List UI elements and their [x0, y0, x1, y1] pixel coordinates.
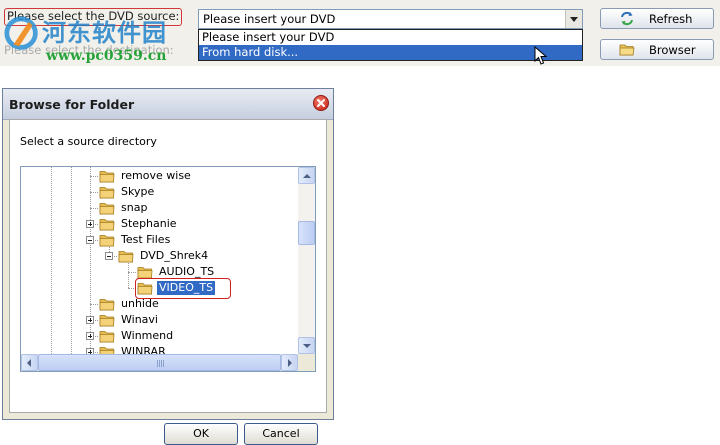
vertical-scrollbar[interactable] — [298, 167, 315, 354]
dialog-title: Browse for Folder — [9, 97, 135, 112]
dialog-prompt: Select a source directory — [20, 135, 157, 148]
horizontal-scroll-thumb[interactable] — [38, 354, 281, 371]
combobox-value: Please insert your DVD — [203, 12, 336, 26]
tree-item-label: WINRAR — [121, 345, 166, 354]
tree-connector-line — [90, 192, 98, 193]
collapse-icon[interactable] — [86, 236, 94, 244]
expand-icon[interactable] — [86, 220, 94, 228]
browser-button-label: Browser — [649, 43, 696, 57]
tree-item[interactable]: WINRAR — [99, 344, 168, 354]
watermark-logo-icon — [4, 16, 38, 50]
dropdown-option-from-hard-disk[interactable]: From hard disk... — [199, 45, 582, 60]
tree-item-label: DVD_Shrek4 — [140, 249, 209, 262]
scroll-down-button[interactable] — [298, 337, 315, 354]
watermark-url: www.pc0359.cn — [46, 48, 167, 64]
cancel-button[interactable]: Cancel — [244, 423, 318, 445]
tree-item-label: AUDIO_TS — [159, 265, 215, 278]
dialog-body: Select a source directory remove wise Sky… — [9, 119, 327, 445]
expand-icon[interactable] — [86, 332, 94, 340]
tree-item[interactable]: Skype — [99, 184, 156, 200]
refresh-button[interactable]: Refresh — [600, 8, 714, 29]
ok-button[interactable]: OK — [164, 423, 238, 445]
mouse-pointer-icon — [534, 46, 548, 65]
horizontal-scrollbar[interactable] — [21, 354, 298, 371]
folder-icon — [619, 44, 635, 56]
scroll-right-button[interactable] — [281, 354, 298, 371]
folder-icon — [99, 186, 115, 198]
expand-icon[interactable] — [86, 316, 94, 324]
folder-tree-viewport[interactable]: remove wise Skype snap Stephanie Test Files D… — [21, 167, 298, 354]
tree-connector-line — [51, 167, 52, 354]
watermark: 河东软件园 www.pc0359.cn — [2, 14, 202, 66]
tree-item[interactable]: Winavi — [99, 312, 160, 328]
folder-icon — [99, 346, 115, 354]
dialog-title-bar[interactable]: Browse for Folder — [3, 89, 333, 120]
browse-for-folder-dialog: Browse for Folder Select a source direct… — [2, 88, 334, 445]
folder-icon — [137, 266, 153, 278]
dvd-source-combobox[interactable]: Please insert your DVD — [198, 9, 583, 29]
tree-item-label: unhide — [121, 297, 159, 310]
tree-item-label: snap — [121, 201, 148, 214]
vertical-scroll-thumb[interactable] — [298, 221, 315, 245]
close-icon[interactable] — [313, 95, 329, 111]
scroll-up-button[interactable] — [298, 167, 315, 184]
tree-connector-line — [90, 304, 98, 305]
folder-icon — [99, 234, 115, 246]
folder-icon — [99, 330, 115, 342]
scrollbar-corner — [298, 354, 315, 371]
tree-connector-line — [90, 167, 91, 354]
browser-button[interactable]: Browser — [600, 39, 714, 60]
folder-icon — [99, 170, 115, 182]
folder-icon — [99, 218, 115, 230]
tree-connector-line — [128, 260, 129, 288]
tree-item-label: remove wise — [121, 169, 191, 182]
collapse-icon[interactable] — [105, 252, 113, 260]
tree-connector-line — [71, 167, 72, 354]
tree-item[interactable]: remove wise — [99, 168, 193, 184]
tree-item-label: Skype — [121, 185, 155, 198]
combobox-dropdown-arrow-icon[interactable] — [565, 10, 582, 28]
folder-icon — [99, 298, 115, 310]
tree-item-label: Stephanie — [121, 217, 177, 230]
tree-connector-line — [90, 176, 98, 177]
tree-connector-line — [90, 208, 98, 209]
folder-icon — [99, 314, 115, 326]
tree-item[interactable]: DVD_Shrek4 — [118, 248, 210, 264]
dvd-source-dropdown-list: Please insert your DVD From hard disk... — [198, 29, 583, 61]
folder-tree[interactable]: remove wise Skype snap Stephanie Test Files D… — [20, 166, 316, 372]
tree-item[interactable]: Winmend — [99, 328, 175, 344]
tree-item-label: Winavi — [121, 313, 158, 326]
tree-item-label: Winmend — [121, 329, 174, 342]
refresh-icon — [621, 11, 633, 26]
refresh-button-label: Refresh — [649, 12, 693, 26]
tree-item[interactable]: Stephanie — [99, 216, 179, 232]
tree-connector-line — [128, 272, 136, 273]
tree-item[interactable]: Test Files — [99, 232, 172, 248]
tree-item[interactable]: unhide — [99, 296, 161, 312]
tree-item[interactable]: snap — [99, 200, 149, 216]
watermark-text: 河东软件园 — [42, 18, 167, 47]
scroll-left-button[interactable] — [21, 354, 38, 371]
dropdown-option-insert-dvd[interactable]: Please insert your DVD — [199, 30, 582, 45]
tree-item-label: Test Files — [121, 233, 171, 246]
folder-icon — [99, 202, 115, 214]
folder-icon — [118, 250, 134, 262]
